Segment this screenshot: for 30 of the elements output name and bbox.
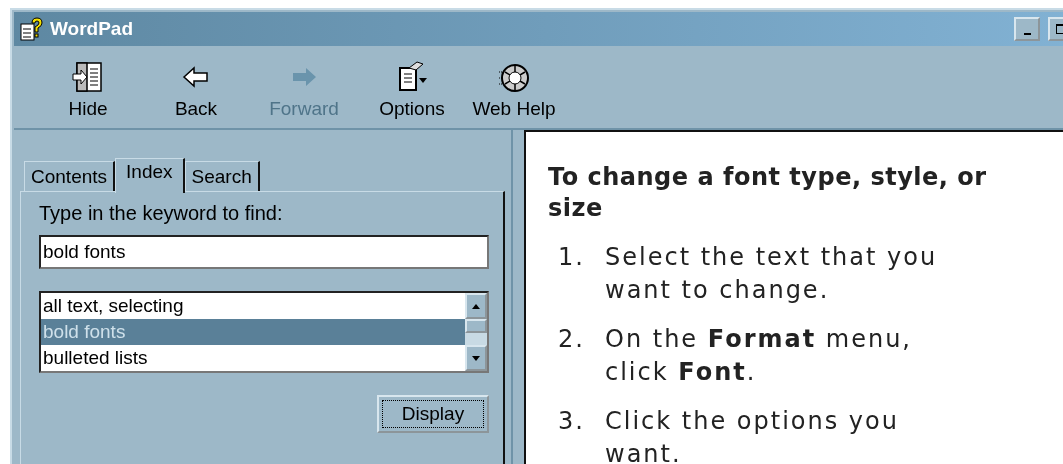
minimize-icon — [1023, 32, 1031, 35]
step-number: 3. — [558, 406, 586, 437]
up-arrow-icon — [472, 303, 480, 309]
tab[interactable]: Search — [184, 161, 260, 191]
scroll-thumb[interactable] — [465, 319, 487, 333]
down-arrow-icon — [472, 355, 480, 361]
step-number: 2. — [558, 324, 586, 355]
keyword-field[interactable]: bold fonts — [39, 235, 489, 269]
tab[interactable]: Index — [115, 158, 185, 193]
tab[interactable]: Contents — [24, 161, 116, 191]
keyword-prompt: Type in the keyword to find: — [39, 202, 284, 225]
help-file-icon — [20, 16, 44, 42]
hide-pane-icon — [71, 60, 105, 94]
display-button[interactable]: Display — [377, 395, 489, 433]
step-text: On the Format menu, click Font. — [605, 324, 913, 388]
step-number: 1. — [558, 242, 586, 273]
scroll-down-button[interactable] — [465, 345, 487, 371]
list-item[interactable]: bulleted lists — [41, 345, 465, 371]
toolbar-button[interactable]: Web Help — [466, 60, 562, 128]
toolbar-button[interactable]: Options — [358, 60, 466, 128]
keyword-list[interactable]: all text, selecting bold fonts bulleted lists — [39, 291, 489, 373]
step-text: Click the options you want. — [605, 406, 900, 464]
toolbar-button[interactable]: Back — [142, 60, 250, 128]
scroll-up-button[interactable] — [465, 293, 487, 319]
toolbar-button[interactable]: Hide — [34, 60, 142, 128]
window-title: WordPad — [50, 18, 135, 40]
minimize-button[interactable] — [1014, 17, 1040, 41]
list-item[interactable]: all text, selecting — [41, 293, 465, 319]
topic-title: To change a font type, style, or size — [548, 162, 988, 224]
step-text: Select the text that you want to change. — [605, 242, 939, 306]
